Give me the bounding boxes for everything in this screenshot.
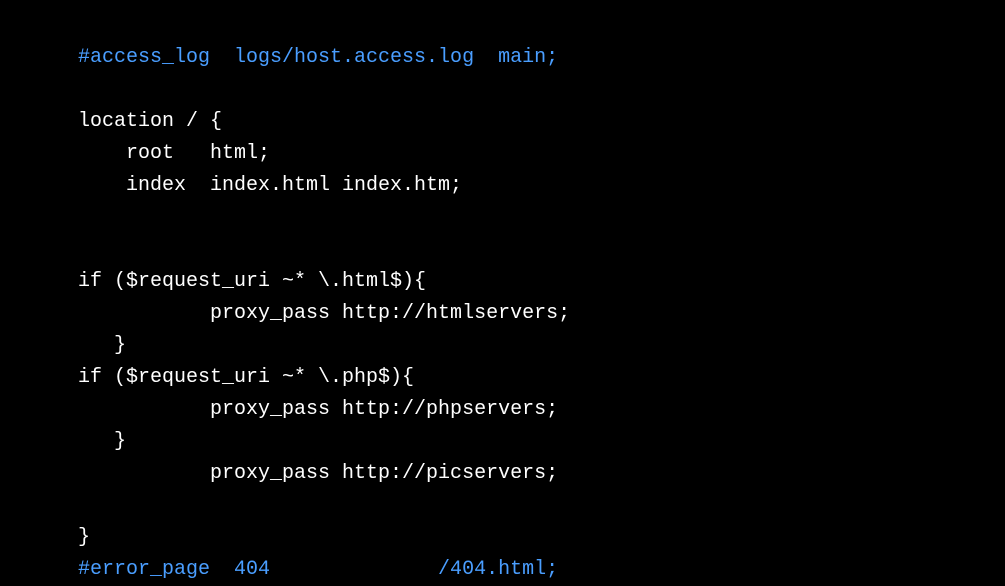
- proxy-pass-html: proxy_pass http://htmlservers;: [78, 302, 570, 325]
- nginx-config-code: #access_log logs/host.access.log main; l…: [78, 10, 1005, 586]
- close-brace: }: [78, 430, 126, 453]
- if-html-condition: if ($request_uri ~* \.html$){: [78, 270, 426, 293]
- index-directive: index index.html index.htm;: [78, 174, 462, 197]
- proxy-pass-pic: proxy_pass http://picservers;: [78, 462, 558, 485]
- comment-access-log: #access_log logs/host.access.log main;: [78, 46, 558, 69]
- location-directive: location / {: [78, 110, 222, 133]
- root-directive: root html;: [78, 142, 270, 165]
- comment-error-page: #error_page 404 /404.html;: [78, 558, 558, 581]
- close-brace: }: [78, 526, 90, 549]
- if-php-condition: if ($request_uri ~* \.php$){: [78, 366, 414, 389]
- close-brace: }: [78, 334, 126, 357]
- proxy-pass-php: proxy_pass http://phpservers;: [78, 398, 558, 421]
